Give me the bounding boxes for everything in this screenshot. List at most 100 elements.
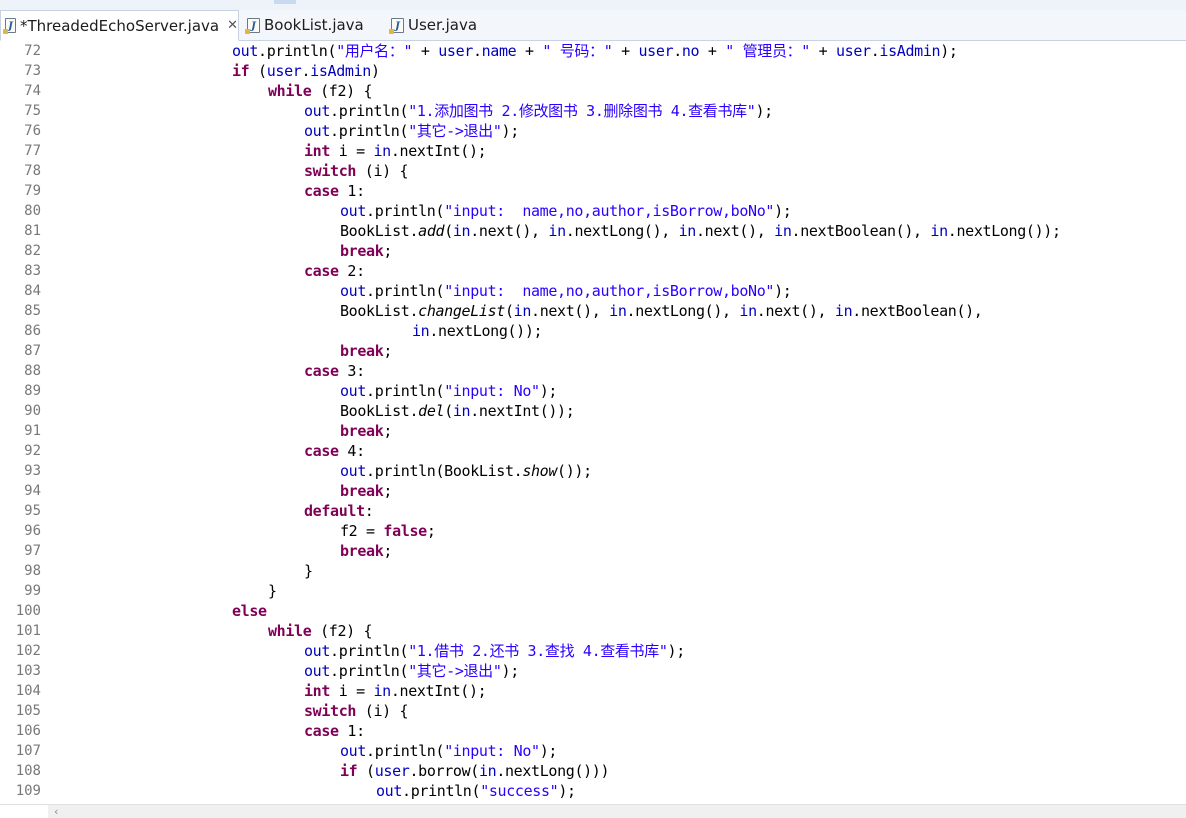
code-text[interactable]: if (user.isAdmin) xyxy=(232,61,380,81)
code-line[interactable]: 79 case 1: xyxy=(0,181,1186,201)
tab-booklist[interactable]: J BookList.java xyxy=(243,10,373,40)
code-text[interactable]: break; xyxy=(340,421,392,441)
code-line[interactable]: 87 break; xyxy=(0,341,1186,361)
code-text[interactable]: out.println(BookList.show()); xyxy=(340,461,592,481)
code-line[interactable]: 83 case 2: xyxy=(0,261,1186,281)
code-text[interactable]: out.println("其它->退出"); xyxy=(304,661,519,681)
code-token: i = xyxy=(330,682,374,700)
tab-label: BookList.java xyxy=(264,16,364,34)
scroll-left-icon[interactable]: ‹ xyxy=(54,805,58,818)
code-line[interactable]: 109 out.println("success"); xyxy=(0,781,1186,801)
code-line[interactable]: 74 while (f2) { xyxy=(0,81,1186,101)
code-line[interactable]: 102 out.println("1.借书 2.还书 3.查找 4.查看书库"); xyxy=(0,641,1186,661)
code-line[interactable]: 90 BookList.del(in.nextInt()); xyxy=(0,401,1186,421)
code-text[interactable]: BookList.add(in.next(), in.nextLong(), i… xyxy=(340,221,1061,241)
line-number: 76 xyxy=(24,123,41,139)
code-token: .println( xyxy=(330,662,409,680)
code-line[interactable]: 103 out.println("其它->退出"); xyxy=(0,661,1186,681)
code-text[interactable]: while (f2) { xyxy=(268,621,373,641)
code-text[interactable]: out.println("success"); xyxy=(376,781,576,801)
code-line[interactable]: 104 int i = in.nextInt(); xyxy=(0,681,1186,701)
code-line[interactable]: 81 BookList.add(in.next(), in.nextLong(),… xyxy=(0,221,1186,241)
code-token: .borrow( xyxy=(409,762,479,780)
code-line[interactable]: 91 break; xyxy=(0,421,1186,441)
code-text[interactable]: out.println("input: No"); xyxy=(340,741,557,761)
code-token: ()); xyxy=(557,462,592,480)
code-line[interactable]: 96 f2 = false; xyxy=(0,521,1186,541)
code-line[interactable]: 97 break; xyxy=(0,541,1186,561)
code-line[interactable]: 108 if (user.borrow(in.nextLong())) xyxy=(0,761,1186,781)
line-number: 104 xyxy=(15,683,41,699)
code-text[interactable]: in.nextLong()); xyxy=(412,321,543,341)
code-token: .nextInt(); xyxy=(390,682,487,700)
code-line[interactable]: 88 case 3: xyxy=(0,361,1186,381)
close-icon[interactable]: ✕ xyxy=(227,18,238,33)
code-text[interactable]: int i = in.nextInt(); xyxy=(304,141,487,161)
code-text[interactable]: out.println("用户名：" + user.name + " 号码：" … xyxy=(232,41,958,61)
code-text[interactable]: case 4: xyxy=(304,441,365,461)
code-line[interactable]: 93 out.println(BookList.show()); xyxy=(0,461,1186,481)
code-text[interactable]: f2 = false; xyxy=(340,521,436,541)
code-line[interactable]: 78 switch (i) { xyxy=(0,161,1186,181)
code-token: "用户名：" xyxy=(336,42,413,60)
code-text[interactable]: out.println("input: name,no,author,isBor… xyxy=(340,201,792,221)
code-text[interactable]: switch (i) { xyxy=(304,161,409,181)
code-text[interactable]: else xyxy=(232,601,267,621)
code-text[interactable]: out.println("input: No"); xyxy=(340,381,557,401)
code-token: + xyxy=(412,42,439,60)
code-text[interactable]: break; xyxy=(340,241,392,261)
code-line[interactable]: 73 if (user.isAdmin) xyxy=(0,61,1186,81)
tab-user[interactable]: J User.java xyxy=(387,10,487,40)
code-text[interactable]: } xyxy=(268,581,277,601)
code-text[interactable]: default: xyxy=(304,501,374,521)
code-token: .nextBoolean(), xyxy=(791,222,931,240)
code-token: 3: xyxy=(338,362,365,380)
code-text[interactable]: case 1: xyxy=(304,721,365,741)
code-line[interactable]: 105 switch (i) { xyxy=(0,701,1186,721)
code-line[interactable]: 85 BookList.changeList(in.next(), in.next… xyxy=(0,301,1186,321)
code-text[interactable]: break; xyxy=(340,341,392,361)
code-text[interactable]: out.println("其它->退出"); xyxy=(304,121,519,141)
code-line[interactable]: 106 case 1: xyxy=(0,721,1186,741)
code-text[interactable]: case 3: xyxy=(304,361,365,381)
code-text[interactable]: out.println("1.添加图书 2.修改图书 3.删除图书 4.查看书库… xyxy=(304,101,773,121)
code-editor[interactable]: 72 out.println("用户名：" + user.name + " 号码：… xyxy=(0,41,1186,804)
code-text[interactable]: while (f2) { xyxy=(268,81,373,101)
code-line[interactable]: 76 out.println("其它->退出"); xyxy=(0,121,1186,141)
tab-threaded-echo-server[interactable]: J *ThreadedEchoServer.java ✕ xyxy=(0,10,239,41)
code-line[interactable]: 100 else xyxy=(0,601,1186,621)
code-text[interactable]: out.println("1.借书 2.还书 3.查找 4.查看书库"); xyxy=(304,641,685,661)
code-line[interactable]: 94 break; xyxy=(0,481,1186,501)
code-line[interactable]: 86 in.nextLong()); xyxy=(0,321,1186,341)
code-text[interactable]: case 2: xyxy=(304,261,365,281)
code-line[interactable]: 95 default: xyxy=(0,501,1186,521)
code-text[interactable]: if (user.borrow(in.nextLong())) xyxy=(340,761,610,781)
code-line[interactable]: 101 while (f2) { xyxy=(0,621,1186,641)
line-number: 86 xyxy=(24,323,41,339)
code-text[interactable]: } xyxy=(304,561,313,581)
code-line[interactable]: 82 break; xyxy=(0,241,1186,261)
code-token: in xyxy=(834,302,853,320)
code-line[interactable]: 77 int i = in.nextInt(); xyxy=(0,141,1186,161)
code-text[interactable]: out.println("input: name,no,author,isBor… xyxy=(340,281,792,301)
code-text[interactable]: int i = in.nextInt(); xyxy=(304,681,487,701)
code-token: case xyxy=(304,182,339,200)
code-line[interactable]: 98} xyxy=(0,561,1186,581)
code-text[interactable]: switch (i) { xyxy=(304,701,409,721)
code-token: case xyxy=(304,442,339,460)
code-line[interactable]: 107 out.println("input: No"); xyxy=(0,741,1186,761)
code-text[interactable]: case 1: xyxy=(304,181,365,201)
code-line[interactable]: 99} xyxy=(0,581,1186,601)
code-line[interactable]: 92 case 4: xyxy=(0,441,1186,461)
code-line[interactable]: 89 out.println("input: No"); xyxy=(0,381,1186,401)
code-line[interactable]: 75 out.println("1.添加图书 2.修改图书 3.删除图书 4.查看… xyxy=(0,101,1186,121)
code-line[interactable]: 84 out.println("input: name,no,author,isB… xyxy=(0,281,1186,301)
code-token: in xyxy=(478,762,497,780)
code-text[interactable]: break; xyxy=(340,481,392,501)
code-text[interactable]: BookList.del(in.nextInt()); xyxy=(340,401,575,421)
code-text[interactable]: BookList.changeList(in.next(), in.nextLo… xyxy=(340,301,983,321)
code-line[interactable]: 72 out.println("用户名：" + user.name + " 号码：… xyxy=(0,41,1186,61)
horizontal-scrollbar[interactable]: ‹ xyxy=(0,804,1186,818)
code-line[interactable]: 80 out.println("input: name,no,author,isB… xyxy=(0,201,1186,221)
code-text[interactable]: break; xyxy=(340,541,392,561)
